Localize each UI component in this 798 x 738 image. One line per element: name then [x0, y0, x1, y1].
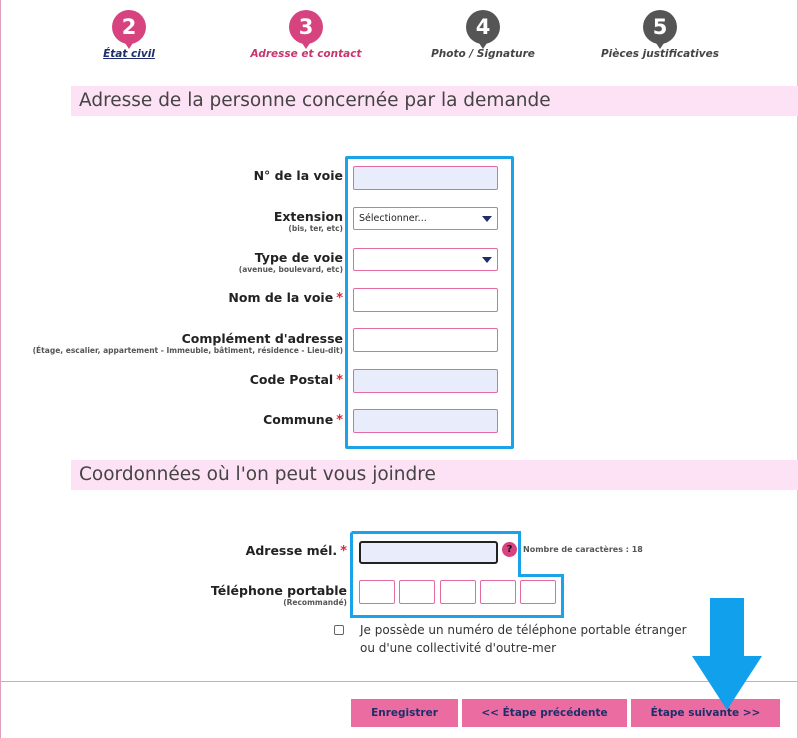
phone-part-4-input[interactable] — [480, 580, 516, 604]
phone-part-2-input[interactable] — [399, 580, 435, 604]
numero-voie-input[interactable] — [353, 166, 498, 190]
phone-label: Téléphone portable (Recommandé) — [210, 583, 347, 607]
step-pieces-justificatives: 5 Pièces justificatives — [575, 10, 745, 60]
step-photo-signature: 4 Photo / Signature — [398, 10, 568, 60]
chevron-down-icon — [482, 257, 492, 263]
step-number-badge: 4 — [466, 10, 500, 49]
phone-part-3-input[interactable] — [440, 580, 476, 604]
nom-voie-label: Nom de la voie * — [228, 290, 343, 306]
nom-voie-input[interactable] — [353, 288, 498, 312]
previous-step-button[interactable]: << Étape précédente — [462, 699, 627, 727]
complement-adresse-input[interactable] — [353, 328, 498, 352]
step-number-badge: 2 — [112, 10, 146, 49]
commune-label: Commune * — [263, 412, 343, 428]
type-voie-label: Type de voie (avenue, boulevard, etc) — [238, 250, 343, 274]
step-adresse-contact: 3 Adresse et contact — [221, 10, 391, 60]
foreign-phone-label: Je possède un numéro de téléphone portab… — [360, 623, 687, 655]
commune-input[interactable] — [353, 409, 498, 433]
help-icon[interactable]: ? — [502, 542, 517, 557]
extension-selected-value: Sélectionner... — [359, 213, 427, 224]
complement-adresse-label: Complément d'adresse (Étage, escalier, a… — [32, 331, 343, 355]
step-number-badge: 3 — [289, 10, 323, 49]
email-input[interactable] — [359, 541, 498, 564]
required-asterisk: * — [336, 413, 343, 428]
email-label: Adresse mél. * — [245, 543, 347, 559]
numero-voie-label: N° de la voie — [253, 168, 343, 183]
save-button[interactable]: Enregistrer — [351, 699, 458, 727]
arrow-down-icon — [692, 598, 762, 710]
step-label[interactable]: État civil — [44, 48, 214, 60]
step-label: Adresse et contact — [250, 48, 362, 60]
chevron-down-icon — [482, 216, 492, 222]
required-asterisk: * — [336, 291, 343, 306]
step-label: Photo / Signature — [431, 48, 535, 60]
extension-select[interactable]: Sélectionner... — [353, 207, 498, 230]
contact-section-title: Coordonnées où l'on peut vous joindre — [71, 460, 798, 490]
type-voie-select[interactable] — [353, 248, 498, 271]
foreign-phone-checkbox[interactable] — [334, 625, 344, 635]
footer-divider — [0, 681, 798, 682]
address-section-title: Adresse de la personne concernée par la … — [71, 86, 798, 116]
required-asterisk: * — [340, 544, 347, 559]
step-number-badge: 5 — [643, 10, 677, 49]
phone-part-1-input[interactable] — [359, 580, 395, 604]
step-label: Pièces justificatives — [600, 48, 720, 60]
phone-part-5-input[interactable] — [520, 580, 556, 604]
extension-label: Extension (bis, ter, etc) — [273, 209, 343, 233]
step-etat-civil[interactable]: 2 État civil — [44, 10, 214, 60]
email-char-count: Nombre de caractères : 18 — [523, 545, 643, 554]
required-asterisk: * — [336, 373, 343, 388]
code-postal-input[interactable] — [353, 369, 498, 393]
code-postal-label: Code Postal * — [249, 372, 343, 388]
